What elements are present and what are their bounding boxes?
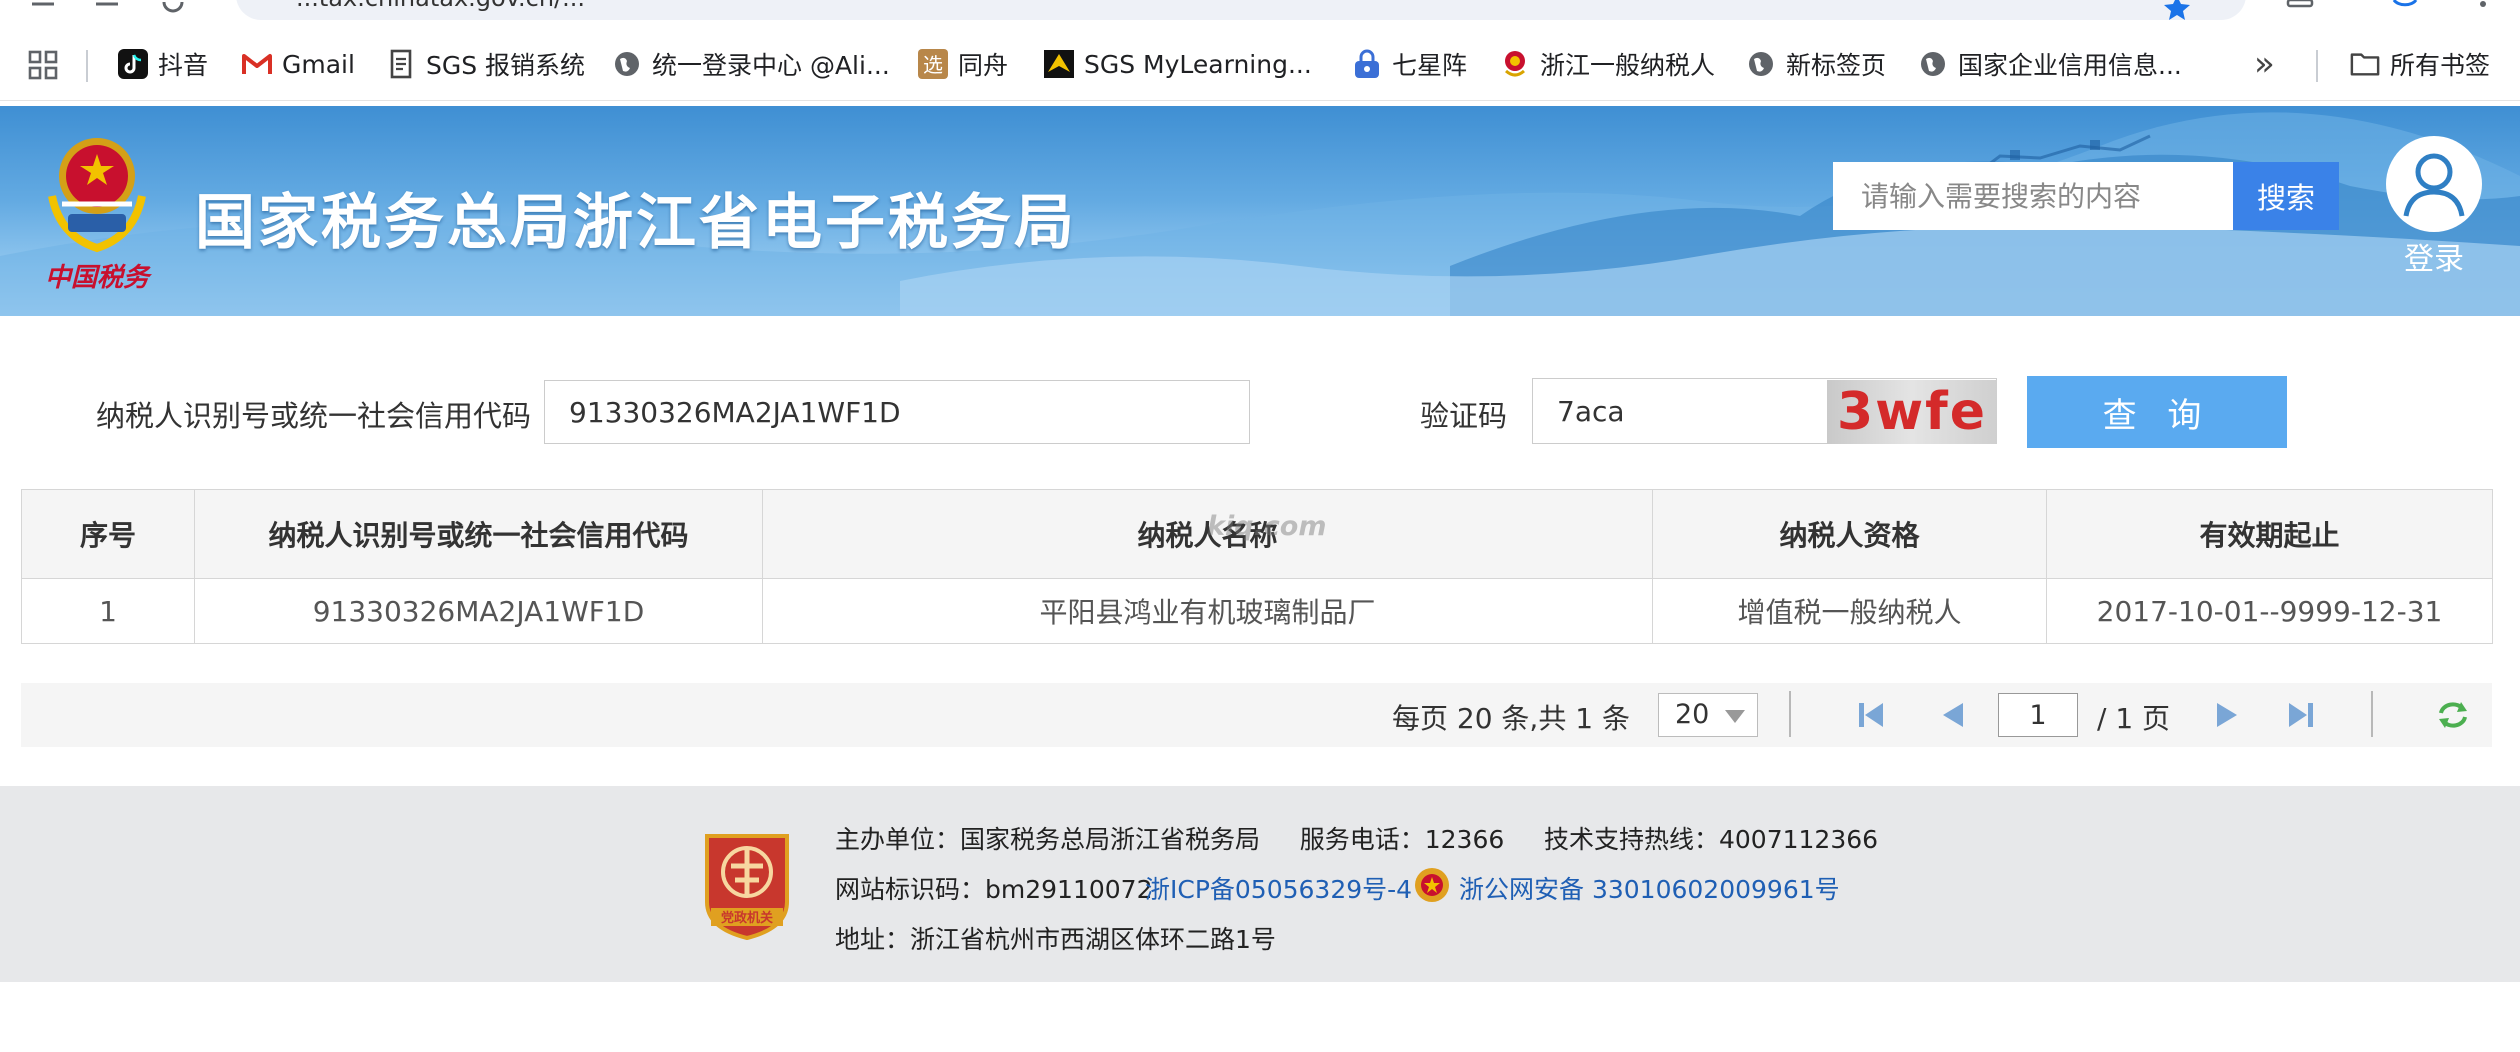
- all-bookmarks-button[interactable]: 所有书签: [2350, 44, 2490, 84]
- pager-divider: [1789, 691, 1791, 737]
- profile-icon[interactable]: [2285, 0, 2315, 20]
- last-page-icon[interactable]: [2283, 699, 2319, 731]
- watermark-text: kiq.com: [1207, 511, 1327, 542]
- tax-bureau-icon: [1500, 49, 1530, 79]
- previous-page-icon[interactable]: [1935, 699, 1971, 731]
- query-button[interactable]: 查 询: [2027, 376, 2287, 448]
- footer-police-record-link[interactable]: 浙公网安备 33010602009961号: [1459, 870, 1840, 906]
- apps-grid-icon[interactable]: [28, 50, 58, 80]
- menu-dots-icon[interactable]: [2468, 0, 2498, 20]
- current-page-input[interactable]: [1998, 693, 2078, 737]
- forward-arrow-icon[interactable]: [92, 0, 122, 20]
- emblem-caption: 中国税务: [45, 263, 153, 293]
- captcha-image[interactable]: 3wfe: [1827, 380, 1997, 444]
- bookmarks-divider: [86, 50, 88, 82]
- column-header-taxpayer-id: 纳税人识别号或统一社会信用代码: [194, 489, 763, 579]
- bookmark-new-tab[interactable]: 新标签页: [1746, 44, 1886, 84]
- public-security-badge-icon: [1415, 868, 1449, 902]
- taxpayer-id-label: 纳税人识别号或统一社会信用代码: [96, 399, 532, 433]
- bookmarks-bar: 抖音 Gmail SGS 报销系统 统一登录中心 @Ali... 选 同舟 SG…: [0, 30, 2520, 101]
- mylearning-icon: [1044, 49, 1074, 79]
- first-page-icon[interactable]: [1853, 699, 1889, 731]
- dropdown-caret-icon: [1725, 710, 1745, 723]
- user-avatar-icon: [2403, 153, 2465, 217]
- bookmark-enterprise-credit[interactable]: 国家企业信用信息...: [1918, 44, 2182, 84]
- page-summary: 每页 20 条,共 1 条: [1392, 702, 1630, 735]
- page-size-value: 20: [1675, 699, 1710, 730]
- reload-icon[interactable]: [158, 0, 188, 20]
- next-page-icon[interactable]: [2209, 699, 2245, 731]
- address-bar[interactable]: ...tax.chinatax.gov.cn/...: [236, 0, 2246, 20]
- bookmarks-overflow-button[interactable]: »: [2254, 44, 2275, 84]
- footer-site-id: 网站标识码：bm29110072: [835, 875, 1153, 904]
- footer-organizer-line: 主办单位：国家税务总局浙江省税务局 服务电话：12366 技术支持热线：4007…: [835, 825, 1879, 854]
- star-bookmark-icon[interactable]: [2162, 0, 2192, 20]
- tongzhou-icon: 选: [918, 49, 948, 79]
- login-avatar-button[interactable]: [2386, 136, 2482, 232]
- login-link[interactable]: 登录: [2386, 234, 2482, 278]
- address-bar-url: ...tax.chinatax.gov.cn/...: [296, 0, 585, 12]
- bookmark-zhejiang-taxpayer[interactable]: 浙江一般纳税人: [1500, 44, 1715, 84]
- bookmark-ali-login[interactable]: 统一登录中心 @Ali...: [612, 44, 890, 84]
- party-government-badge-icon[interactable]: 党政机关: [697, 828, 797, 940]
- pagination-bar: 每页 20 条,共 1 条 20 / 1 页: [21, 683, 2492, 747]
- back-arrow-icon[interactable]: [28, 0, 58, 20]
- cell-qualification: 增值税一般纳税人: [1652, 578, 2047, 644]
- badge-caption: 党政机关: [721, 910, 773, 926]
- column-header-index: 序号: [21, 489, 195, 579]
- taxpayer-id-input[interactable]: [544, 380, 1250, 444]
- cell-taxpayer-name: 平阳县鸿业有机玻璃制品厂: [762, 578, 1653, 644]
- bookmark-qixingzhen[interactable]: 七星阵: [1352, 44, 1467, 84]
- bookmark-douyin[interactable]: 抖音: [118, 44, 208, 84]
- folder-icon: [2350, 49, 2380, 79]
- pager-divider: [2371, 691, 2373, 737]
- cell-validity: 2017-10-01--9999-12-31: [2046, 578, 2493, 644]
- globe-icon: [1918, 49, 1948, 79]
- page-size-select[interactable]: 20: [1658, 693, 1758, 737]
- bookmarks-divider: [2316, 50, 2318, 82]
- svg-text:选: 选: [923, 53, 943, 77]
- column-header-validity: 有效期起止: [2046, 489, 2493, 579]
- bookmark-gmail[interactable]: Gmail: [242, 44, 355, 84]
- gmail-icon: [242, 49, 272, 79]
- table-row: 1 91330326MA2JA1WF1D 平阳县鸿业有机玻璃制品厂 增值税一般纳…: [21, 578, 2493, 644]
- douyin-icon: [118, 49, 148, 79]
- site-footer: 党政机关 主办单位：国家税务总局浙江省税务局 服务电话：12366 技术支持热线…: [0, 786, 2520, 982]
- document-icon: [386, 49, 416, 79]
- total-pages-label: / 1 页: [2097, 702, 2171, 735]
- china-tax-emblem-icon: 中国税务: [45, 138, 153, 293]
- lock-icon: [1352, 49, 1382, 79]
- bookmark-sgs-mylearning[interactable]: SGS MyLearning...: [1044, 44, 1312, 84]
- globe-icon: [612, 49, 642, 79]
- site-title: 国家税务总局浙江省电子税务局: [195, 188, 1077, 258]
- column-header-qualification: 纳税人资格: [1652, 489, 2047, 579]
- account-icon[interactable]: [2390, 0, 2420, 20]
- site-search-input[interactable]: [1833, 162, 2233, 230]
- bookmark-sgs-expense[interactable]: SGS 报销系统: [386, 44, 585, 84]
- footer-icp-link[interactable]: 浙ICP备05056329号-4: [1145, 870, 1412, 906]
- footer-address: 地址：浙江省杭州市西湖区体环二路1号: [835, 925, 1276, 954]
- bookmark-tongzhou[interactable]: 选 同舟: [918, 44, 1008, 84]
- cell-taxpayer-id: 91330326MA2JA1WF1D: [194, 578, 763, 644]
- refresh-icon[interactable]: [2435, 699, 2471, 731]
- captcha-label: 验证码: [1420, 399, 1508, 433]
- cell-index: 1: [21, 578, 195, 644]
- globe-icon: [1746, 49, 1776, 79]
- double-chevron-icon: »: [2254, 44, 2275, 84]
- browser-toolbar: ...tax.chinatax.gov.cn/...: [0, 0, 2520, 22]
- site-header-banner: 中国税务 国家税务总局浙江省电子税务局 搜索 登录: [0, 106, 2520, 316]
- site-search-button[interactable]: 搜索: [2233, 162, 2339, 230]
